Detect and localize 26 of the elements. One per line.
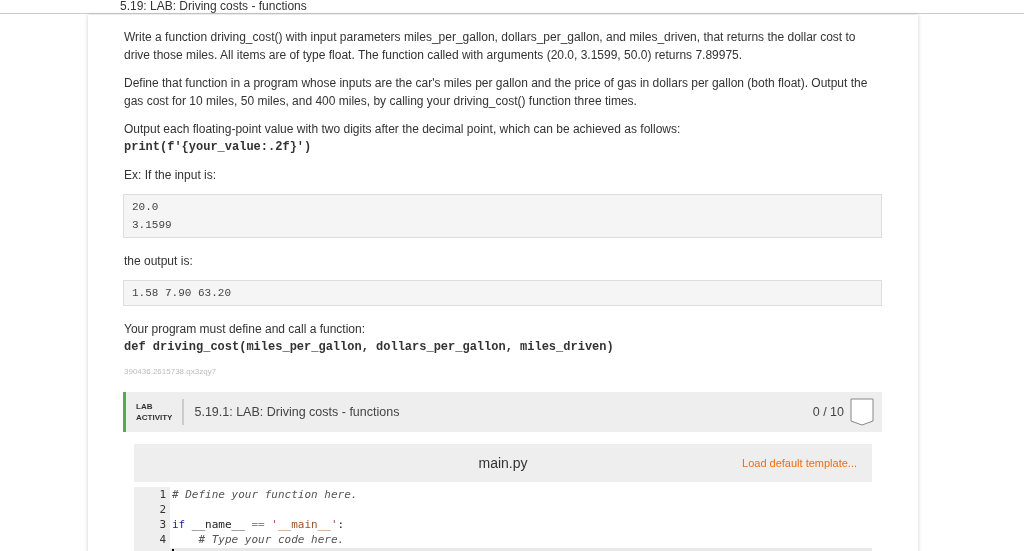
- code-line: if __name__ == '__main__':: [171, 517, 345, 534]
- instruction-text: Your program must define and call a function:: [124, 321, 367, 338]
- score: 0 / 10: [812, 403, 844, 421]
- instruction-text: the output is:: [124, 253, 194, 270]
- line-number: 1: [134, 487, 170, 504]
- line-number: 2: [134, 502, 170, 519]
- line-number: 4: [134, 532, 170, 549]
- code-snippet: def driving_cost(miles_per_gallon, dollars_per_gallon, miles_driven): [124, 339, 615, 356]
- page-title: 5.19: LAB: Driving costs - functions: [120, 0, 307, 15]
- instruction-text: Define that function in a program whose inputs are the car's miles per gallon and the price of gas in dollars per gallon (both float). Output the gas cost for 10 miles, 50 miles, and 400 miles, by calling your driving_cost() function three times.: [124, 75, 869, 110]
- code-line: # Type your code here.: [197, 532, 345, 549]
- code-line: # Define your function here.: [171, 487, 358, 504]
- instruction-text: Write a function driving_cost() with input parameters miles_per_gallon, dollars_per_gallon, and miles_driven, that returns the dollar cost to drive those miles. All items are of type float. The function called with arguments (20.0, 3.1599, 50.0) returns 7.89975.: [124, 29, 857, 64]
- example-block: 20.0 3.1599: [123, 194, 882, 238]
- lab-label: LAB: [136, 401, 154, 412]
- example-block: 1.58 7.90 63.20: [123, 280, 882, 306]
- code-snippet: print(f'{your_value:.2f}'): [124, 139, 313, 156]
- file-name: main.py: [478, 453, 528, 473]
- activity-label: ACTIVITY: [136, 412, 173, 423]
- instruction-text: Output each floating-point value with two digits after the decimal point, which can be achieved as follows:: [124, 121, 682, 138]
- score-badge-icon: [850, 398, 874, 426]
- lab-title: 5.19.1: LAB: Driving costs - functions: [194, 403, 401, 421]
- problem-id: 390436.2615738.qx3zqy7: [124, 366, 218, 378]
- line-number: 3: [134, 517, 170, 534]
- instruction-text: Ex: If the input is:: [124, 167, 218, 184]
- code-editor[interactable]: 1 # Define your function here. 2 3 if __name__ == '__main__': 4 # Type your code here.: [134, 482, 872, 551]
